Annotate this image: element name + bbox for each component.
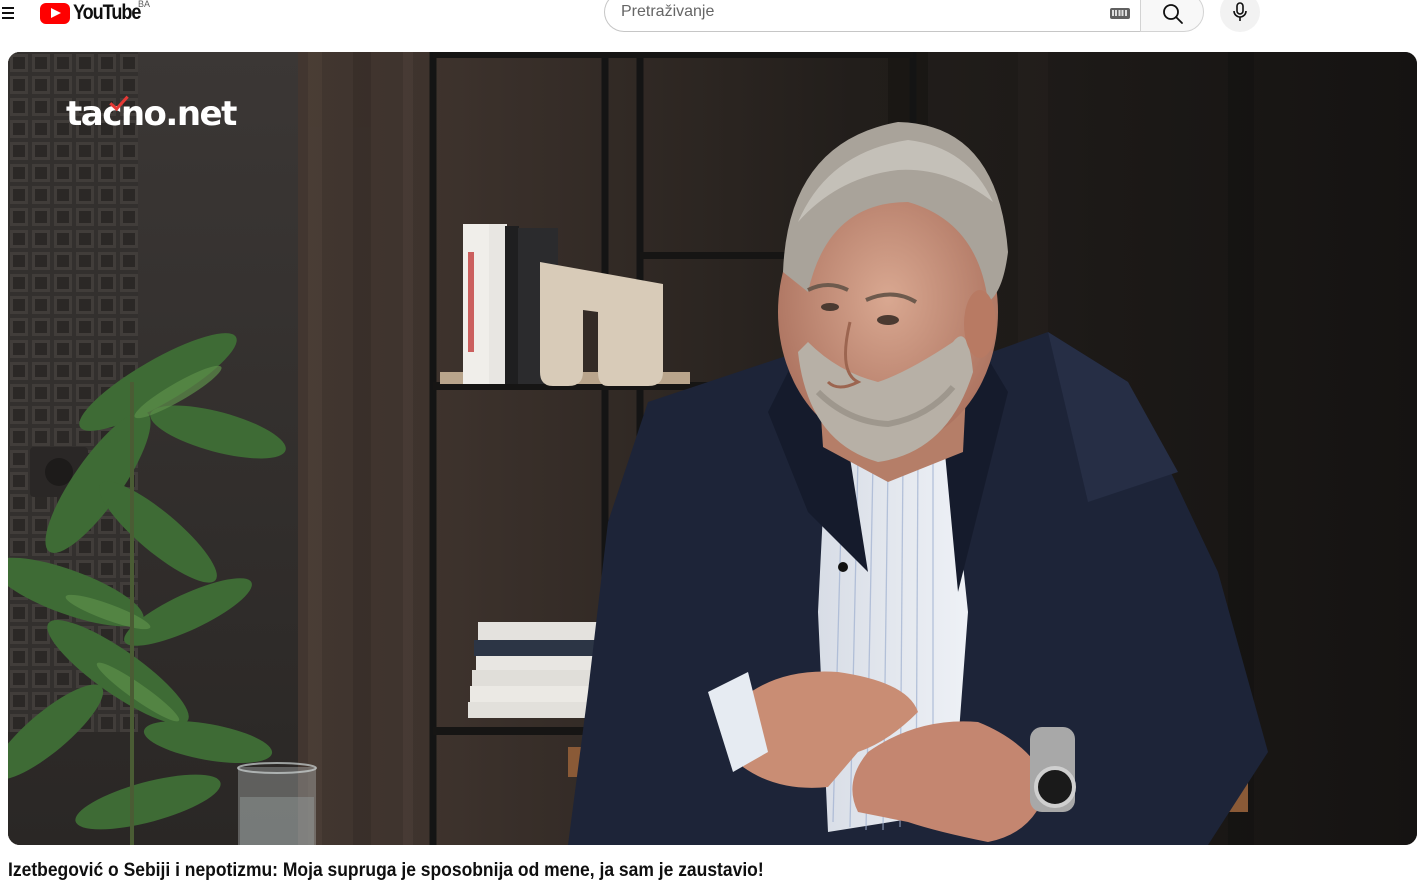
masthead: YouTube BA	[0, 0, 1417, 44]
keyboard-icon[interactable]	[1110, 8, 1130, 19]
video-player[interactable]: tacno.net	[8, 52, 1417, 845]
search-box	[604, 0, 1141, 32]
hamburger-menu-icon[interactable]	[0, 2, 18, 24]
video-title: Izetbegović o Sebiji i nepotizmu: Moja s…	[8, 860, 764, 881]
search-icon	[1163, 4, 1183, 24]
microphone-icon	[1233, 2, 1247, 21]
country-code: BA	[138, 0, 151, 9]
video-frame	[8, 52, 1417, 845]
voice-search-button[interactable]	[1220, 0, 1260, 32]
youtube-logo[interactable]: YouTube	[40, 0, 151, 26]
logo-text: YouTube	[73, 1, 141, 24]
youtube-play-icon	[40, 2, 70, 24]
search-button[interactable]	[1140, 0, 1204, 32]
channel-watermark: tacno.net	[66, 94, 237, 134]
search-input[interactable]	[621, 1, 1091, 23]
